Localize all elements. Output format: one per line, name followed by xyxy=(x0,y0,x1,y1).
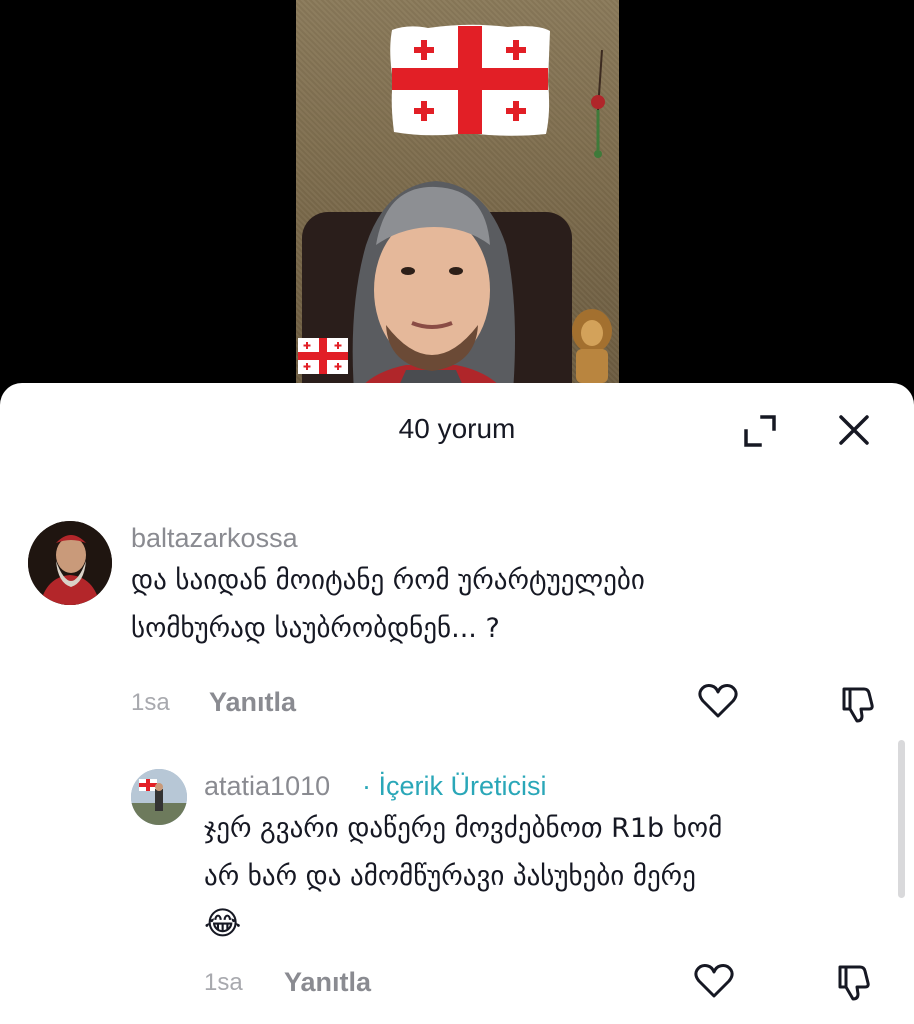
video-frame[interactable] xyxy=(296,0,619,400)
comment-username[interactable]: baltazarkossa xyxy=(131,523,298,554)
comment-timestamp: 1sa xyxy=(204,969,243,996)
georgian-flag-image xyxy=(390,24,550,136)
comment-text-line: სომხურად საუბრობდნენ... ? xyxy=(131,613,500,644)
thumbs-down-icon[interactable] xyxy=(834,961,874,1001)
laughing-emoji-icon: 😂 xyxy=(204,904,242,942)
comment-text-line: არ ხარ და ამომწურავი პასუხები მერე xyxy=(204,861,696,892)
heart-icon[interactable] xyxy=(694,963,734,999)
comment-item: baltazarkossa და საიდან მოიტანე რომ ურარ… xyxy=(0,513,914,723)
wall-ornament xyxy=(591,50,605,158)
comment-text-line: და საიდან მოიტანე რომ ურარტუელები xyxy=(131,565,645,596)
small-georgian-flag xyxy=(298,338,348,374)
creator-badge: · İçerik Üreticisi xyxy=(362,771,547,801)
comment-timestamp: 1sa xyxy=(131,689,170,716)
comment-username[interactable]: atatia1010 xyxy=(204,771,330,802)
expand-icon[interactable] xyxy=(742,413,778,449)
comment-text: ჯერ გვარი დაწერე მოვძებნოთ R1b ხომ არ ხა… xyxy=(204,805,884,945)
comments-sheet: 40 yorum baltazarkossa და საიდან მოიტანე… xyxy=(0,383,914,1024)
close-icon[interactable] xyxy=(837,413,871,447)
avatar-portrait-image xyxy=(28,521,112,605)
avatar[interactable] xyxy=(28,521,112,605)
reply-button[interactable]: Yanıtla xyxy=(209,687,296,718)
scrollbar[interactable] xyxy=(898,740,905,898)
reply-button[interactable]: Yanıtla xyxy=(284,967,371,998)
avatar[interactable] xyxy=(131,769,187,825)
reply-comment-item: atatia1010 · İçerik Üreticisi ჯერ გვარი … xyxy=(0,763,914,1024)
comment-text-line: ჯერ გვარი დაწერე მოვძებნოთ R1b ხომ xyxy=(204,813,723,844)
person-in-hoodie xyxy=(351,181,515,400)
comment-text: და საიდან მოიტანე რომ ურარტუელები სომხურ… xyxy=(131,557,891,653)
heart-icon[interactable] xyxy=(698,683,738,719)
avatar-photo-image xyxy=(131,769,187,825)
video-player[interactable] xyxy=(0,0,914,400)
thumbs-down-icon[interactable] xyxy=(838,683,878,723)
lion-figurine xyxy=(572,309,612,383)
